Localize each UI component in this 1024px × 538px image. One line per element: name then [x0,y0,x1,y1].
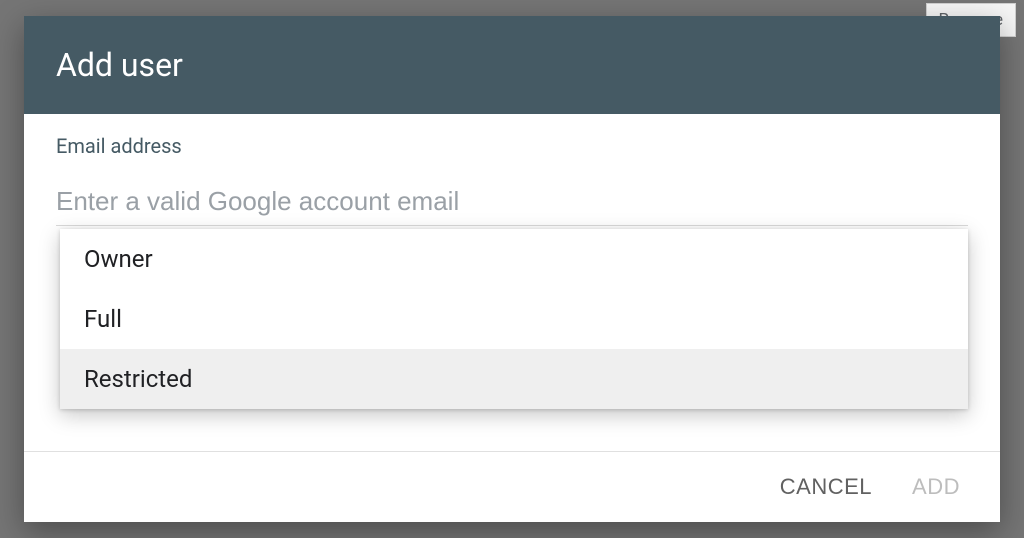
role-option-owner[interactable]: Owner [60,229,968,289]
dialog-title: Add user [24,16,1000,114]
role-option-restricted[interactable]: Restricted [60,349,968,409]
add-user-dialog: Add user Email address Owner Full Restri… [24,16,1000,522]
role-option-full[interactable]: Full [60,289,968,349]
role-dropdown: Owner Full Restricted [60,229,968,409]
dialog-footer: CANCEL ADD [24,451,1000,522]
email-input[interactable] [56,174,968,226]
cancel-button[interactable]: CANCEL [780,474,872,500]
dialog-body: Email address Owner Full Restricted [24,114,1000,451]
email-label: Email address [56,134,968,158]
add-button[interactable]: ADD [912,474,960,500]
